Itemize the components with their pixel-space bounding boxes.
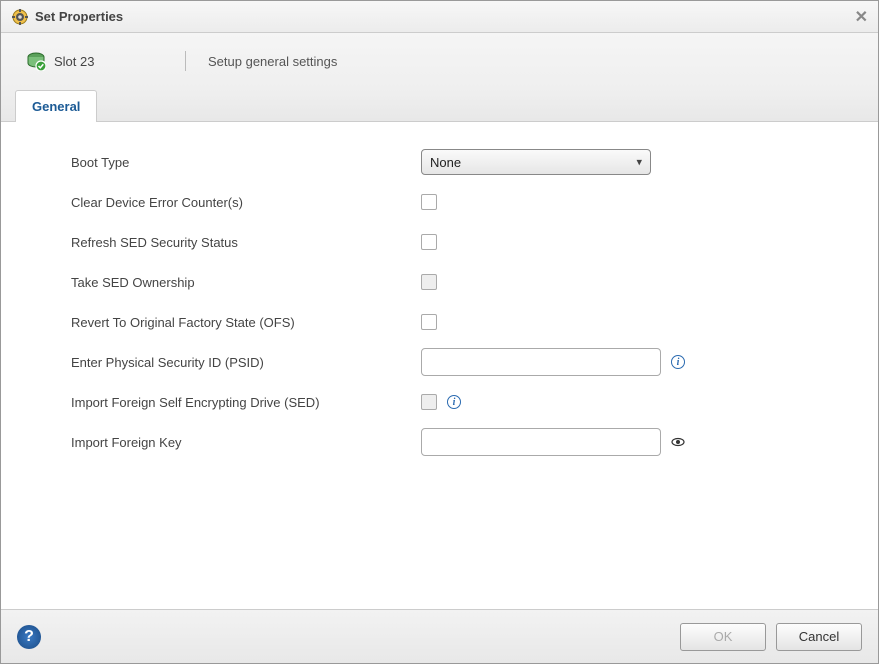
close-icon[interactable]: ✕ — [855, 7, 868, 27]
set-properties-dialog: Set Properties ✕ Slot 23 Setup general s… — [0, 0, 879, 664]
footer: ? OK Cancel — [1, 609, 878, 663]
info-icon[interactable]: i — [671, 355, 685, 369]
chevron-down-icon: ▾ — [636, 156, 642, 169]
label-boot-type: Boot Type — [71, 155, 421, 170]
row-revert-ofs: Revert To Original Factory State (OFS) — [71, 302, 838, 342]
label-refresh-sed: Refresh SED Security Status — [71, 235, 421, 250]
tab-general[interactable]: General — [15, 90, 97, 122]
row-import-sed: Import Foreign Self Encrypting Drive (SE… — [71, 382, 838, 422]
slot-drive-icon — [26, 51, 46, 71]
checkbox-take-sed-ownership — [421, 274, 437, 290]
label-psid: Enter Physical Security ID (PSID) — [71, 355, 421, 370]
row-import-key: Import Foreign Key — [71, 422, 838, 462]
slot-label: Slot 23 — [54, 54, 94, 69]
form-body: Boot Type None ▾ Clear Device Error Coun… — [1, 122, 878, 609]
header-description: Setup general settings — [186, 51, 337, 71]
info-icon[interactable]: i — [447, 395, 461, 409]
titlebar: Set Properties ✕ — [1, 1, 878, 33]
row-boot-type: Boot Type None ▾ — [71, 142, 838, 182]
label-take-sed-ownership: Take SED Ownership — [71, 275, 421, 290]
row-refresh-sed: Refresh SED Security Status — [71, 222, 838, 262]
input-psid[interactable] — [421, 348, 661, 376]
settings-gear-icon — [11, 8, 29, 26]
label-clear-counters: Clear Device Error Counter(s) — [71, 195, 421, 210]
row-clear-counters: Clear Device Error Counter(s) — [71, 182, 838, 222]
checkbox-clear-counters[interactable] — [421, 194, 437, 210]
label-import-key: Import Foreign Key — [71, 435, 421, 450]
row-psid: Enter Physical Security ID (PSID) i — [71, 342, 838, 382]
label-import-sed: Import Foreign Self Encrypting Drive (SE… — [71, 395, 421, 410]
ok-button: OK — [680, 623, 766, 651]
select-boot-type-value: None — [430, 155, 461, 170]
eye-icon[interactable] — [671, 435, 685, 449]
select-boot-type[interactable]: None ▾ — [421, 149, 651, 175]
dialog-title: Set Properties — [35, 9, 855, 24]
header-section: Slot 23 Setup general settings — [1, 33, 878, 89]
tabs-row: General — [1, 89, 878, 122]
help-icon[interactable]: ? — [17, 625, 41, 649]
header-slot: Slot 23 — [1, 51, 186, 71]
checkbox-revert-ofs[interactable] — [421, 314, 437, 330]
input-import-key[interactable] — [421, 428, 661, 456]
cancel-button[interactable]: Cancel — [776, 623, 862, 651]
row-take-sed-ownership: Take SED Ownership — [71, 262, 838, 302]
label-revert-ofs: Revert To Original Factory State (OFS) — [71, 315, 421, 330]
checkbox-import-sed — [421, 394, 437, 410]
checkbox-refresh-sed[interactable] — [421, 234, 437, 250]
